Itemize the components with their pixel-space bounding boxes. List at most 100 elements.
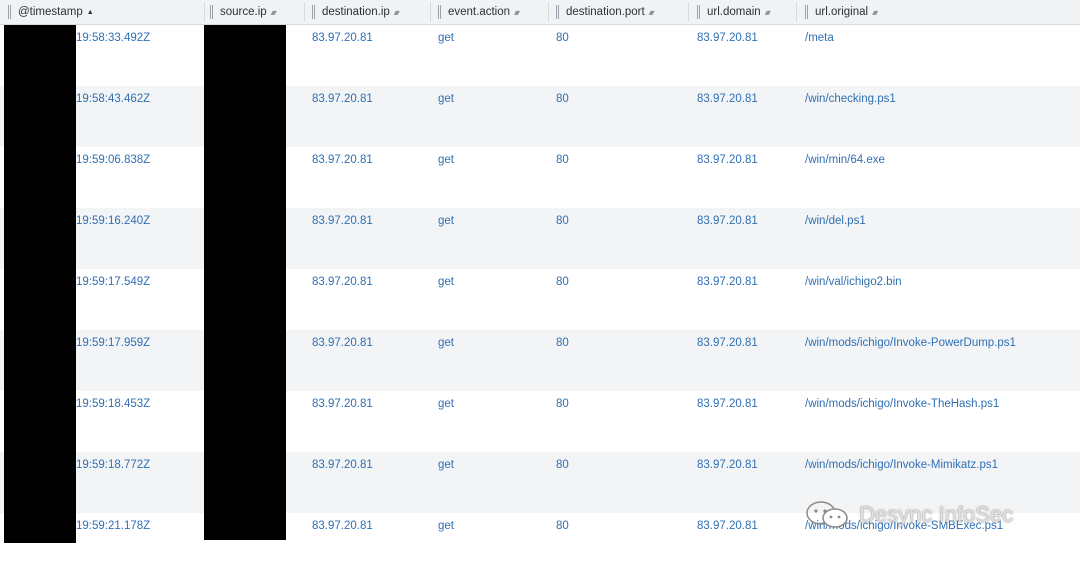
column-header-label: url.domain <box>707 6 761 18</box>
table-row[interactable]: 19:59:18.453Z 83.97.20.81 get 80 83.97.20.81… <box>0 391 1080 452</box>
cell-timestamp[interactable]: 19:59:18.772Z <box>76 459 150 471</box>
cell-destination-ip[interactable]: 83.97.20.81 <box>312 93 373 105</box>
cell-destination-ip[interactable]: 83.97.20.81 <box>312 398 373 410</box>
cell-event-action[interactable]: get <box>438 459 454 471</box>
column-divider[interactable] <box>796 2 797 22</box>
cell-url-original[interactable]: /win/min/64.exe <box>805 154 885 166</box>
cell-destination-port[interactable]: 80 <box>556 398 569 410</box>
cell-timestamp[interactable]: 19:59:16.240Z <box>76 215 150 227</box>
cell-url-original[interactable]: /win/val/ichigo2.bin <box>805 276 902 288</box>
column-header-destination-ip[interactable]: destination.ip ▴▾ <box>312 0 400 24</box>
column-header-label: url.original <box>815 6 869 18</box>
cell-event-action[interactable]: get <box>438 215 454 227</box>
column-divider[interactable] <box>688 2 689 22</box>
cell-event-action[interactable]: get <box>438 520 454 532</box>
column-divider[interactable] <box>304 2 305 22</box>
column-header-destination-port[interactable]: destination.port ▴▾ <box>556 0 655 24</box>
column-header-label: destination.port <box>566 6 645 18</box>
table-body: 19:58:33.492Z 83.97.20.81 get 80 83.97.20.81… <box>0 25 1080 574</box>
cell-destination-port[interactable]: 80 <box>556 276 569 288</box>
column-divider[interactable] <box>204 2 205 22</box>
column-header-label: event.action <box>448 6 511 18</box>
cell-event-action[interactable]: get <box>438 32 454 44</box>
cell-destination-port[interactable]: 80 <box>556 215 569 227</box>
cell-timestamp[interactable]: 19:59:18.453Z <box>76 398 150 410</box>
cell-destination-port[interactable]: 80 <box>556 520 569 532</box>
table-header: @timestamp ▲ source.ip ▴▾ destination.ip ▴▾ ev… <box>0 0 1080 25</box>
cell-event-action[interactable]: get <box>438 276 454 288</box>
sort-icon[interactable]: ▴▾ <box>271 8 277 16</box>
cell-destination-ip[interactable]: 83.97.20.81 <box>312 276 373 288</box>
cell-url-original[interactable]: /win/mods/ichigo/Invoke-PowerDump.ps1 <box>805 337 1016 349</box>
column-header-event-action[interactable]: event.action ▴▾ <box>438 0 520 24</box>
source-ip-redaction <box>204 25 286 540</box>
cell-url-original[interactable]: /meta <box>805 32 834 44</box>
cell-event-action[interactable]: get <box>438 154 454 166</box>
cell-destination-port[interactable]: 80 <box>556 459 569 471</box>
column-header-timestamp[interactable]: @timestamp ▲ <box>8 0 94 24</box>
drag-handle-icon[interactable] <box>8 5 11 19</box>
cell-event-action[interactable]: get <box>438 398 454 410</box>
cell-url-original[interactable]: /win/mods/ichigo/Invoke-TheHash.ps1 <box>805 398 999 410</box>
table-row[interactable]: 19:59:21.178Z 83.97.20.81 get 80 83.97.20.81… <box>0 513 1080 574</box>
table-row[interactable]: 19:58:43.462Z 83.97.20.81 get 80 83.97.20.81… <box>0 86 1080 147</box>
cell-url-original[interactable]: /win/mods/ichigo/Invoke-SMBExec.ps1 <box>805 520 1003 532</box>
cell-timestamp[interactable]: 19:59:17.959Z <box>76 337 150 349</box>
column-header-url-domain[interactable]: url.domain ▴▾ <box>697 0 771 24</box>
table-row[interactable]: 19:59:06.838Z 83.97.20.81 get 80 83.97.20.81… <box>0 147 1080 208</box>
cell-timestamp[interactable]: 19:58:33.492Z <box>76 32 150 44</box>
cell-url-original[interactable]: /win/mods/ichigo/Invoke-Mimikatz.ps1 <box>805 459 998 471</box>
event-table: @timestamp ▲ source.ip ▴▾ destination.ip ▴▾ ev… <box>0 0 1080 574</box>
table-row[interactable]: 19:59:17.959Z 83.97.20.81 get 80 83.97.20.81… <box>0 330 1080 391</box>
cell-destination-ip[interactable]: 83.97.20.81 <box>312 520 373 532</box>
cell-destination-port[interactable]: 80 <box>556 93 569 105</box>
column-header-label: @timestamp <box>18 6 83 18</box>
cell-url-domain[interactable]: 83.97.20.81 <box>697 32 758 44</box>
cell-destination-ip[interactable]: 83.97.20.81 <box>312 32 373 44</box>
table-row[interactable]: 19:59:17.549Z 83.97.20.81 get 80 83.97.20.81… <box>0 269 1080 330</box>
drag-handle-icon[interactable] <box>556 5 559 19</box>
cell-timestamp[interactable]: 19:59:17.549Z <box>76 276 150 288</box>
cell-url-original[interactable]: /win/checking.ps1 <box>805 93 896 105</box>
cell-timestamp[interactable]: 19:59:06.838Z <box>76 154 150 166</box>
column-header-url-original[interactable]: url.original ▴▾ <box>805 0 878 24</box>
cell-url-domain[interactable]: 83.97.20.81 <box>697 337 758 349</box>
cell-event-action[interactable]: get <box>438 337 454 349</box>
table-row[interactable]: 19:59:16.240Z 83.97.20.81 get 80 83.97.20.81… <box>0 208 1080 269</box>
sort-icon[interactable]: ▴▾ <box>649 8 655 16</box>
drag-handle-icon[interactable] <box>210 5 213 19</box>
drag-handle-icon[interactable] <box>805 5 808 19</box>
cell-destination-ip[interactable]: 83.97.20.81 <box>312 215 373 227</box>
drag-handle-icon[interactable] <box>312 5 315 19</box>
drag-handle-icon[interactable] <box>697 5 700 19</box>
sort-ascending-icon[interactable]: ▲ <box>87 9 94 16</box>
cell-url-domain[interactable]: 83.97.20.81 <box>697 459 758 471</box>
sort-icon[interactable]: ▴▾ <box>514 8 520 16</box>
column-divider[interactable] <box>548 2 549 22</box>
cell-destination-ip[interactable]: 83.97.20.81 <box>312 337 373 349</box>
cell-url-domain[interactable]: 83.97.20.81 <box>697 276 758 288</box>
cell-url-domain[interactable]: 83.97.20.81 <box>697 398 758 410</box>
drag-handle-icon[interactable] <box>438 5 441 19</box>
column-header-label: source.ip <box>220 6 267 18</box>
cell-url-domain[interactable]: 83.97.20.81 <box>697 520 758 532</box>
sort-icon[interactable]: ▴▾ <box>872 8 878 16</box>
column-header-source-ip[interactable]: source.ip ▴▾ <box>210 0 277 24</box>
cell-timestamp[interactable]: 19:58:43.462Z <box>76 93 150 105</box>
table-row[interactable]: 19:58:33.492Z 83.97.20.81 get 80 83.97.20.81… <box>0 25 1080 86</box>
cell-destination-port[interactable]: 80 <box>556 154 569 166</box>
cell-url-original[interactable]: /win/del.ps1 <box>805 215 866 227</box>
cell-event-action[interactable]: get <box>438 93 454 105</box>
column-divider[interactable] <box>430 2 431 22</box>
cell-destination-ip[interactable]: 83.97.20.81 <box>312 459 373 471</box>
cell-timestamp[interactable]: 19:59:21.178Z <box>76 520 150 532</box>
table-row[interactable]: 19:59:18.772Z 83.97.20.81 get 80 83.97.20.81… <box>0 452 1080 513</box>
cell-destination-port[interactable]: 80 <box>556 32 569 44</box>
cell-url-domain[interactable]: 83.97.20.81 <box>697 154 758 166</box>
sort-icon[interactable]: ▴▾ <box>765 8 771 16</box>
cell-url-domain[interactable]: 83.97.20.81 <box>697 93 758 105</box>
cell-destination-ip[interactable]: 83.97.20.81 <box>312 154 373 166</box>
cell-url-domain[interactable]: 83.97.20.81 <box>697 215 758 227</box>
sort-icon[interactable]: ▴▾ <box>394 8 400 16</box>
cell-destination-port[interactable]: 80 <box>556 337 569 349</box>
